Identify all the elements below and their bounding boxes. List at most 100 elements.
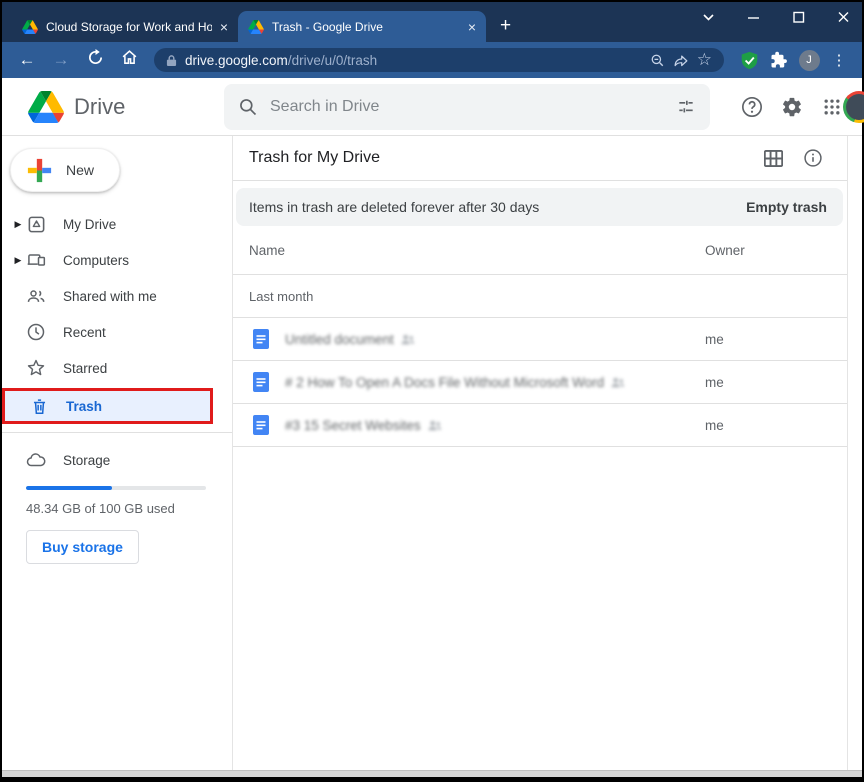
sidebar-item-trash[interactable]: Trash bbox=[5, 391, 210, 421]
browser-window: Cloud Storage for Work and Hon × Trash -… bbox=[0, 0, 864, 782]
share-icon[interactable] bbox=[673, 53, 689, 68]
browser-menu-icon[interactable]: ⋮ bbox=[826, 51, 852, 69]
sidebar-item-recent[interactable]: Recent bbox=[2, 314, 232, 350]
scrollbar-gutter[interactable] bbox=[847, 136, 862, 770]
new-button-label: New bbox=[66, 162, 94, 178]
google-docs-icon bbox=[253, 415, 269, 435]
lock-icon[interactable] bbox=[166, 54, 177, 67]
sidebar-item-label: Trash bbox=[66, 399, 102, 414]
avatar-initial: J bbox=[799, 50, 820, 71]
storage-cloud-icon bbox=[26, 450, 46, 470]
tab-close-icon[interactable]: × bbox=[220, 20, 228, 34]
url-domain: drive.google.com bbox=[185, 53, 288, 68]
tab-search-chevron-icon[interactable] bbox=[700, 10, 717, 24]
settings-gear-icon[interactable] bbox=[772, 87, 812, 127]
search-icon bbox=[238, 97, 258, 117]
sidebar-item-shared-with-me[interactable]: Shared with me bbox=[2, 278, 232, 314]
sidebar-divider bbox=[2, 432, 232, 433]
window-bottom-edge bbox=[2, 770, 862, 777]
main-content: Trash for My Drive Items in trash are de… bbox=[233, 136, 847, 770]
expand-arrow-icon[interactable]: ▶ bbox=[10, 255, 26, 266]
drive-brand[interactable]: Drive bbox=[28, 91, 224, 123]
sidebar-item-label: My Drive bbox=[63, 217, 116, 232]
drive-sidebar: New ▶ My Drive ▶ C bbox=[2, 136, 232, 770]
file-name: # 2 How To Open A Docs File Without Micr… bbox=[285, 375, 604, 390]
help-icon[interactable] bbox=[732, 87, 772, 127]
page-title[interactable]: Trash for My Drive bbox=[249, 149, 753, 167]
table-row[interactable]: Untitled document me bbox=[233, 318, 847, 361]
url-path: /drive/u/0/trash bbox=[288, 53, 377, 68]
drive-header: Drive Search in Drive bbox=[2, 78, 862, 136]
profile-avatar[interactable]: J bbox=[796, 50, 822, 71]
sidebar-item-label: Recent bbox=[63, 325, 106, 340]
sidebar-item-storage[interactable]: Storage bbox=[2, 442, 232, 478]
sidebar-item-starred[interactable]: Starred bbox=[2, 350, 232, 386]
close-window-button[interactable] bbox=[835, 10, 852, 24]
forward-icon[interactable]: → bbox=[46, 50, 76, 70]
empty-trash-button[interactable]: Empty trash bbox=[746, 199, 827, 215]
search-options-tune-icon[interactable] bbox=[676, 97, 696, 117]
shared-indicator-icon bbox=[611, 376, 625, 388]
reload-icon[interactable] bbox=[80, 49, 110, 71]
sidebar-item-my-drive[interactable]: ▶ My Drive bbox=[2, 206, 232, 242]
recent-clock-icon bbox=[26, 322, 46, 342]
tab-title: Cloud Storage for Work and Hon bbox=[46, 20, 212, 34]
table-row[interactable]: # 2 How To Open A Docs File Without Micr… bbox=[233, 361, 847, 404]
expand-arrow-icon[interactable]: ▶ bbox=[10, 219, 26, 230]
account-avatar-photo bbox=[846, 94, 864, 120]
storage-progress-bar bbox=[26, 486, 206, 490]
google-docs-icon bbox=[253, 329, 269, 349]
new-plus-icon bbox=[27, 158, 52, 183]
banner-message: Items in trash are deleted forever after… bbox=[249, 199, 746, 215]
group-label-last-month: Last month bbox=[233, 275, 847, 318]
drive-logo bbox=[28, 91, 64, 123]
file-name: Untitled document bbox=[285, 332, 394, 347]
new-button[interactable]: New bbox=[10, 148, 120, 192]
address-bar[interactable]: drive.google.com/drive/u/0/trash ☆ bbox=[154, 48, 724, 72]
storage-usage-text: 48.34 GB of 100 GB used bbox=[26, 501, 232, 516]
shared-with-me-icon bbox=[26, 286, 46, 306]
tab-cloud-storage[interactable]: Cloud Storage for Work and Hon × bbox=[12, 11, 238, 42]
google-docs-icon bbox=[253, 372, 269, 392]
maximize-button[interactable] bbox=[790, 10, 807, 24]
trash-icon bbox=[29, 396, 49, 416]
owner-cell: me bbox=[705, 375, 834, 390]
tab-strip: Cloud Storage for Work and Hon × Trash -… bbox=[2, 2, 862, 42]
column-name-header[interactable]: Name bbox=[249, 243, 705, 258]
buy-storage-button[interactable]: Buy storage bbox=[26, 530, 139, 564]
brand-name: Drive bbox=[74, 94, 125, 120]
search-placeholder: Search in Drive bbox=[270, 98, 664, 116]
sidebar-item-label: Shared with me bbox=[63, 289, 157, 304]
extensions-puzzle-icon[interactable] bbox=[766, 51, 792, 69]
owner-cell: me bbox=[705, 418, 834, 433]
tab-close-icon[interactable]: × bbox=[468, 20, 476, 34]
sidebar-item-label: Computers bbox=[63, 253, 129, 268]
url-text[interactable]: drive.google.com/drive/u/0/trash bbox=[185, 53, 642, 68]
grid-view-toggle-icon[interactable] bbox=[753, 140, 793, 176]
bookmark-star-icon[interactable]: ☆ bbox=[697, 50, 712, 70]
new-tab-button[interactable]: + bbox=[500, 15, 511, 37]
home-icon[interactable] bbox=[114, 49, 144, 71]
table-header: Name Owner bbox=[233, 226, 847, 275]
browser-toolbar: ← → drive.google.com/drive/u/0/trash ☆ bbox=[2, 42, 862, 78]
drive-favicon bbox=[22, 20, 38, 34]
starred-star-icon bbox=[26, 358, 46, 378]
sidebar-item-computers[interactable]: ▶ Computers bbox=[2, 242, 232, 278]
sidebar-item-label: Storage bbox=[63, 453, 110, 468]
back-icon[interactable]: ← bbox=[12, 50, 42, 70]
search-input[interactable]: Search in Drive bbox=[224, 84, 710, 130]
drive-favicon bbox=[248, 20, 264, 34]
shared-indicator-icon bbox=[401, 333, 415, 345]
minimize-button[interactable] bbox=[745, 10, 762, 24]
column-owner-header[interactable]: Owner bbox=[705, 243, 834, 258]
tab-trash-active[interactable]: Trash - Google Drive × bbox=[238, 11, 486, 42]
table-row[interactable]: #3 15 Secret Websites me bbox=[233, 404, 847, 447]
my-drive-icon bbox=[26, 214, 46, 234]
zoom-page-icon[interactable] bbox=[650, 53, 665, 68]
shared-indicator-icon bbox=[428, 419, 442, 431]
info-icon[interactable] bbox=[793, 140, 833, 176]
storage-progress-fill bbox=[26, 486, 112, 490]
sidebar-item-label: Starred bbox=[63, 361, 107, 376]
tab-title: Trash - Google Drive bbox=[272, 20, 460, 34]
adblock-shield-icon[interactable] bbox=[736, 51, 762, 70]
